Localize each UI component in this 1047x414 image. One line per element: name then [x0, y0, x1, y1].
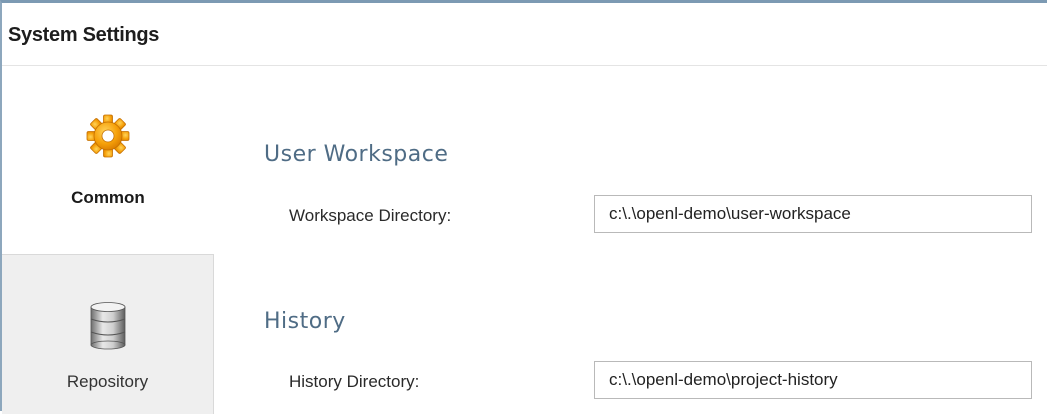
workspace-directory-input[interactable] — [594, 195, 1032, 233]
history-directory-label: History Directory: — [289, 372, 420, 391]
settings-content: User Workspace Workspace Directory: Hist… — [214, 66, 1047, 411]
sidebar-item-common[interactable]: Common — [2, 66, 214, 254]
history-directory-input[interactable] — [594, 361, 1032, 399]
sidebar-item-label: Repository — [66, 372, 149, 391]
sidebar-item-repository[interactable]: Repository — [2, 254, 214, 414]
section-title-history: History — [264, 309, 346, 334]
section-title-user-workspace: User Workspace — [264, 142, 449, 167]
settings-sidebar: Common Repository — [2, 66, 214, 414]
workspace-directory-label: Workspace Directory: — [289, 206, 452, 225]
page-title: System Settings — [8, 24, 160, 46]
gear-icon — [86, 114, 130, 163]
sidebar-item-label: Common — [71, 188, 145, 207]
system-settings-window: System Settings Common Repository User W… — [0, 0, 1047, 414]
database-icon — [88, 301, 128, 356]
